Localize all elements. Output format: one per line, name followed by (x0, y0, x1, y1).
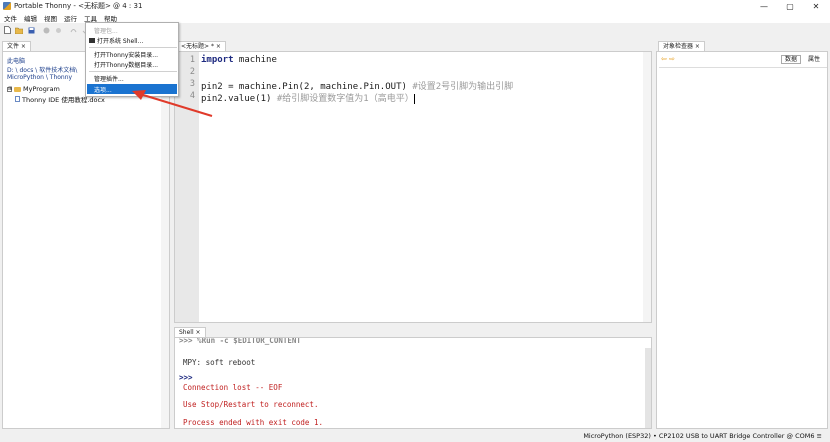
shell-line: >>> (179, 373, 193, 382)
divider (659, 67, 827, 68)
shell-line: Process ended with exit code 1. (183, 418, 323, 427)
location-path-tail[interactable]: MicroPython \ Thonny (7, 74, 72, 81)
line-number: 4 (189, 91, 195, 101)
menu-tools[interactable]: 工具 (84, 13, 97, 23)
maximize-button[interactable]: ▢ (776, 0, 804, 12)
code-line-1: import machine (201, 55, 277, 65)
menu-item-manage-packages[interactable]: 管理包... (87, 25, 177, 35)
menu-item-open-system-shell[interactable]: 打开系统 Shell... (87, 35, 177, 45)
close-button[interactable]: ✕ (802, 0, 830, 12)
text-caret (413, 93, 415, 104)
object-inspector-panel: ⇦ ⇨ 数据 属性 (656, 51, 828, 429)
shell-line: Use Stop/Restart to reconnect. (183, 400, 319, 409)
shell-console[interactable]: >>> %Run -c $EDITOR_CONTENT MPY: soft re… (174, 337, 652, 429)
status-bar: MicroPython (ESP32) • CP2102 USB to UART… (0, 431, 830, 442)
document-icon (15, 96, 20, 102)
new-file-icon[interactable] (3, 26, 11, 34)
folder-icon (14, 86, 21, 92)
back-forward-icon[interactable]: ⇦ ⇨ (661, 55, 675, 63)
menu-item-manage-plugins[interactable]: 管理插件... (87, 73, 177, 83)
tree-item-label: MyProgram (23, 85, 60, 93)
run-icon[interactable] (42, 26, 50, 34)
save-icon[interactable] (27, 26, 35, 34)
menu-file[interactable]: 文件 (4, 13, 17, 23)
title-bar: Portable Thonny - <无标题> @ 4 : 31 — ▢ ✕ (0, 0, 830, 12)
code-line-4: pin2.value(1) #给引脚设置数字值为1（高电平） (201, 93, 415, 104)
expand-icon[interactable]: ⊞ (7, 86, 12, 92)
tree-item-folder[interactable]: ⊞ MyProgram (7, 85, 60, 93)
tools-menu-dropdown: 管理包... 打开系统 Shell... 打开Thonny安装目录... 打开T… (85, 22, 179, 97)
menu-run[interactable]: 运行 (64, 13, 77, 23)
files-tab[interactable]: 文件 × (2, 41, 31, 51)
shell-line: Connection lost -- EOF (183, 383, 283, 392)
open-file-icon[interactable] (15, 26, 23, 34)
code-editor[interactable]: 1 2 3 4 import machine pin2 = machine.Pi… (174, 51, 652, 323)
shell-scrollbar[interactable] (645, 348, 651, 428)
window-title: Portable Thonny - <无标题> @ 4 : 31 (14, 2, 143, 10)
debug-icon[interactable] (54, 26, 62, 34)
menu-help[interactable]: 帮助 (104, 13, 117, 23)
line-number: 1 (189, 55, 195, 65)
thonny-app-icon (3, 2, 11, 10)
menu-separator (89, 71, 177, 72)
menu-view[interactable]: 视图 (44, 13, 57, 23)
line-number: 2 (189, 67, 195, 77)
editor-tab-untitled[interactable]: <无标题> * × (176, 41, 226, 51)
shell-tab[interactable]: Shell × (174, 327, 206, 337)
object-inspector-tab[interactable]: 对象检查器 × (658, 41, 705, 51)
files-panel: 此电脑 D: \ docs \ 软件技术文档\ MicroPython \ Th… (2, 51, 170, 429)
menu-item-options[interactable]: 选项... (87, 84, 177, 94)
menu-edit[interactable]: 编辑 (24, 13, 37, 23)
step-over-icon[interactable] (69, 26, 77, 34)
interpreter-status[interactable]: MicroPython (ESP32) • CP2102 USB to UART… (583, 432, 822, 440)
terminal-icon (89, 37, 95, 43)
shell-line: MPY: soft reboot (183, 358, 256, 367)
location-this-pc[interactable]: 此电脑 (7, 56, 25, 65)
line-number: 3 (189, 79, 195, 89)
location-path[interactable]: D: \ docs \ 软件技术文档\ (7, 65, 77, 74)
shell-line: >>> %Run -c $EDITOR_CONTENT (179, 337, 301, 345)
data-button[interactable]: 数据 (781, 55, 802, 64)
menu-item-open-data-dir[interactable]: 打开Thonny数据目录... (87, 59, 177, 69)
menu-item-open-install-dir[interactable]: 打开Thonny安装目录... (87, 49, 177, 59)
editor-scrollbar[interactable] (643, 52, 651, 322)
files-scrollbar[interactable] (161, 52, 169, 428)
menu-separator (89, 47, 177, 48)
attributes-button[interactable]: 属性 (804, 55, 824, 64)
minimize-button[interactable]: — (750, 0, 778, 12)
